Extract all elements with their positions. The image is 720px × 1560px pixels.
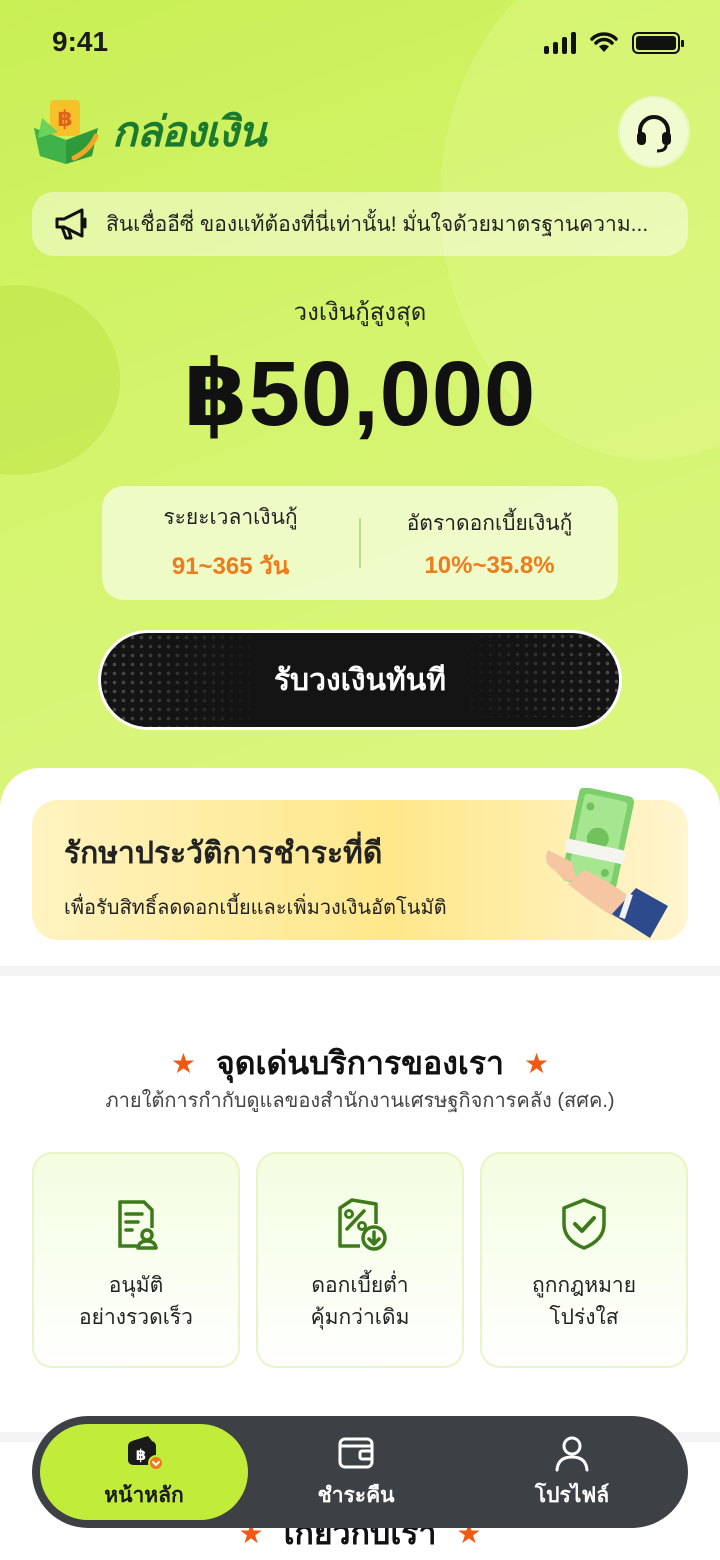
section-divider — [0, 966, 720, 976]
tab-label: หน้าหลัก — [104, 1483, 184, 1507]
loan-rate-value: 10%~35.8% — [424, 551, 555, 579]
get-credit-label: รับวงเงินทันที — [273, 663, 447, 697]
promo-banner[interactable]: รักษาประวัติการชำระที่ดี เพื่อรับสิทธิ์ล… — [32, 788, 688, 940]
signal-icon — [544, 32, 576, 54]
decor-dots — [101, 633, 261, 727]
loan-term: ระยะเวลาเงินกู้ 91~365 วัน — [102, 501, 359, 585]
feature-card-low-interest: ดอกเบี้ยต่ำ คุ้มกว่าเดิม — [256, 1152, 464, 1368]
card-wallet-icon — [338, 1437, 374, 1468]
star-icon: ★ — [523, 1048, 550, 1079]
bottom-tab-bar: ฿ หน้าหลัก ชำระคืน โปรไฟล์ — [32, 1416, 688, 1528]
tab-label: โปรไฟล์ — [534, 1483, 610, 1507]
wifi-icon — [590, 32, 618, 52]
user-icon — [555, 1436, 589, 1471]
status-bar: 9:41 — [0, 0, 720, 88]
get-credit-button[interactable]: รับวงเงินทันที — [98, 630, 622, 730]
feature-line: อนุมัติ — [108, 1274, 164, 1297]
wallet-baht-icon: ฿ — [128, 1435, 164, 1471]
feature-line: อย่างรวดเร็ว — [79, 1306, 193, 1329]
megaphone-icon — [55, 208, 87, 240]
loan-term-label: ระยะเวลาเงินกู้ — [163, 506, 298, 529]
loan-limit-amount: ฿50,000 — [183, 343, 537, 445]
star-icon: ★ — [170, 1048, 197, 1079]
app-name: กล่องเงิน — [112, 108, 266, 155]
customer-support-button[interactable] — [618, 96, 690, 168]
highlights-title: จุดเด่นบริการของเรา — [216, 1045, 504, 1081]
feature-card-legal: ถูกกฎหมาย โปร่งใส — [480, 1152, 688, 1368]
feature-card-fast-approval: อนุมัติ อย่างรวดเร็ว — [32, 1152, 240, 1368]
announcement-text: สินเชื่ออีซี่ ของแท้ต้องที่นี่เท่านั้น! … — [106, 212, 649, 236]
feature-line: ถูกกฎหมาย — [531, 1274, 637, 1297]
headset-icon — [637, 115, 671, 153]
highlights-header: ★ จุดเด่นบริการของเรา ★ — [0, 1038, 720, 1089]
feature-line: โปร่งใส — [549, 1306, 619, 1329]
loan-rate: อัตราดอกเบี้ยเงินกู้ 10%~35.8% — [361, 507, 618, 580]
svg-text:฿: ฿ — [136, 1446, 146, 1464]
tab-home[interactable]: ฿ หน้าหลัก — [40, 1424, 248, 1520]
feature-line: คุ้มกว่าเดิม — [310, 1306, 410, 1329]
announcement-banner[interactable]: สินเชื่ออีซี่ ของแท้ต้องที่นี่เท่านั้น! … — [32, 192, 688, 256]
tab-repay[interactable]: ชำระคืน — [248, 1424, 464, 1520]
svg-text:฿: ฿ — [57, 107, 72, 132]
app-logo: ฿ กล่องเงิน — [30, 98, 266, 166]
logo-box-icon: ฿ — [30, 98, 102, 166]
loan-rate-label: อัตราดอกเบี้ยเงินกู้ — [406, 511, 573, 535]
battery-icon — [632, 32, 684, 54]
document-approve-icon — [118, 1200, 158, 1250]
loan-info-card: ระยะเวลาเงินกู้ 91~365 วัน อัตราดอกเบี้ย… — [102, 486, 618, 600]
money-hand-illustration — [546, 788, 668, 938]
highlights-subtitle: ภายใต้การกำกับดูแลของสำนักงานเศรษฐกิจการ… — [105, 1090, 615, 1112]
percent-down-icon — [338, 1198, 387, 1251]
loan-limit-label: วงเงินกู้สูงสุด — [293, 299, 427, 326]
features-list: อนุมัติ อย่างรวดเร็ว ดอกเบี้ยต่ำ คุ้มกว่… — [32, 1152, 688, 1368]
status-icons — [544, 30, 684, 54]
feature-line: ดอกเบี้ยต่ำ — [311, 1274, 409, 1297]
shield-check-icon — [562, 1198, 606, 1250]
tab-label: ชำระคืน — [317, 1483, 395, 1507]
decor-dots — [459, 633, 619, 717]
status-time: 9:41 — [52, 26, 109, 57]
tab-profile[interactable]: โปรไฟล์ — [464, 1424, 680, 1520]
loan-term-value: 91~365 วัน — [171, 553, 290, 580]
